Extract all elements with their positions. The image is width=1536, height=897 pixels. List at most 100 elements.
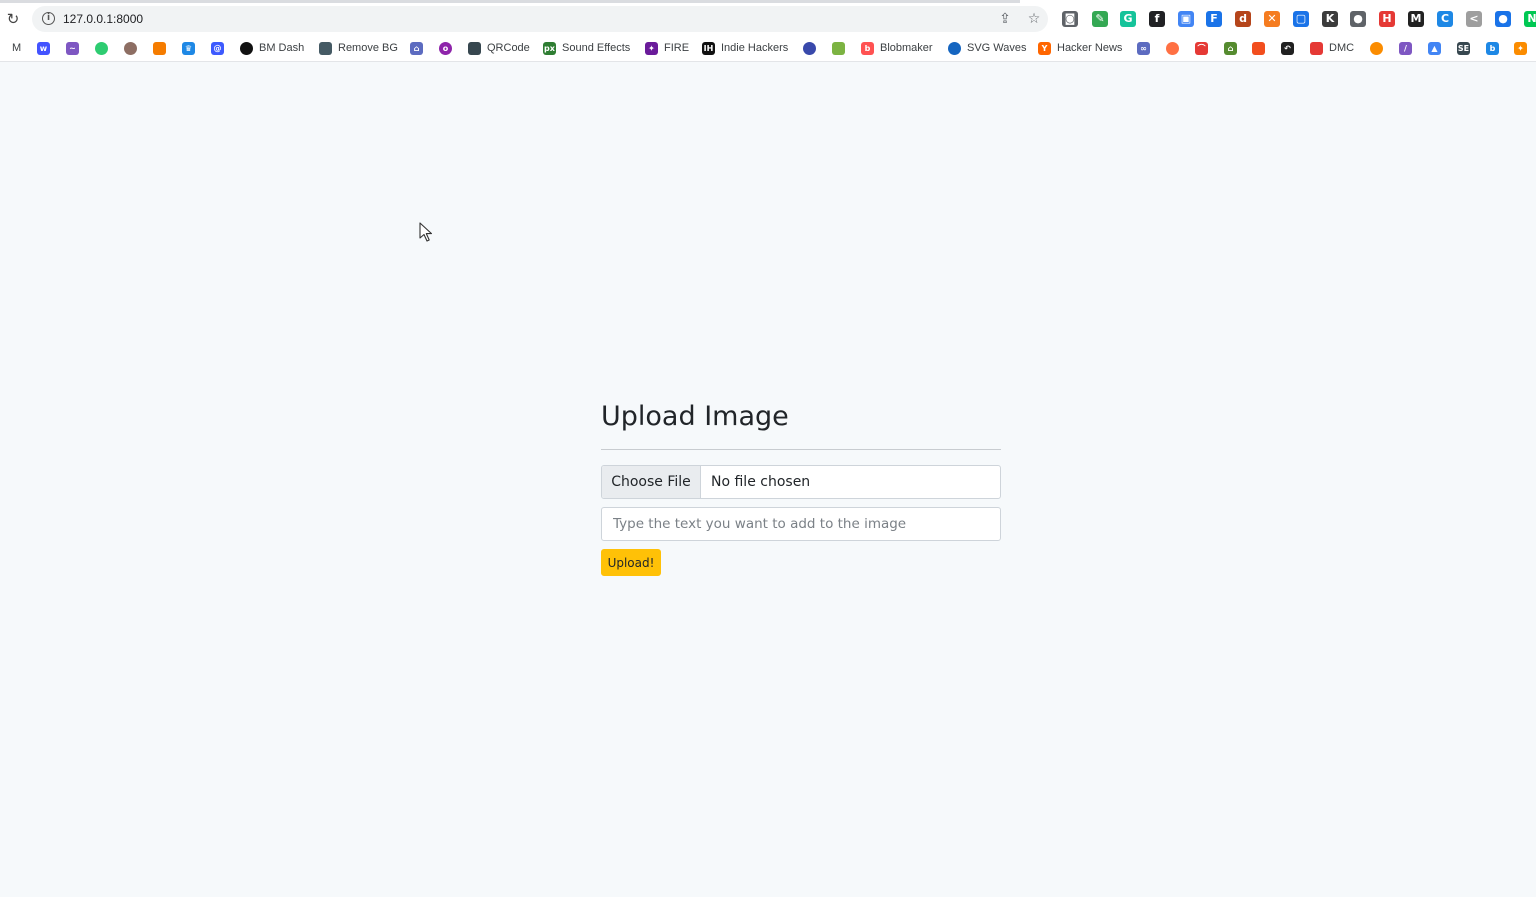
qrcode-icon [468,41,481,55]
record-icon[interactable]: ● [1495,11,1511,27]
bookmark-bm-dash[interactable]: BM Dash [240,40,304,56]
hacker-news-icon: Y [1038,41,1051,55]
bookmark-hook[interactable]: ↶ [1281,40,1294,56]
bookmark-remove-bg[interactable]: Remove BG [319,40,398,56]
blobmaker-icon: b [861,41,874,55]
camera-icon[interactable]: ◙ [1062,11,1078,27]
bookmark-cube[interactable] [153,40,166,56]
bookmark-puzzle[interactable]: ✦ [1514,40,1527,56]
address-bar[interactable]: i 127.0.0.1:8000 ⇪ ☆ [32,6,1048,32]
bookmark-svg-waves[interactable]: SVG Waves [948,40,1027,56]
n-icon[interactable]: N [1524,11,1536,27]
c-icon[interactable]: C [1437,11,1453,27]
bookmark-m[interactable]: M [0,40,21,56]
svg-waves-icon [948,41,961,55]
fish-icon: ~ [66,41,79,55]
tab-strip-accent [0,0,1020,3]
file-icon[interactable]: F [1206,11,1222,27]
at-icon: @ [211,41,224,55]
bm-dash-icon [240,41,253,55]
se-icon: SE [1457,41,1470,55]
bookmark-o[interactable]: o [439,40,452,56]
bookmark-car[interactable]: ⌂ [410,40,423,56]
bookmark-sound-effects[interactable]: px Sound Effects [543,40,630,56]
bookmark-indie-hackers[interactable]: IH Indie Hackers [702,40,788,56]
bookmark-avatar[interactable] [124,40,137,56]
bookmark-label: QRCode [487,42,530,54]
sound-effects-icon: px [543,41,556,55]
cube-icon [153,41,166,55]
webflow-icon: w [37,41,50,55]
page-title: Upload Image [601,401,789,432]
grid-icon [832,41,845,55]
brush-icon: / [1399,41,1412,55]
shield-icon [803,41,816,55]
bookmark-label: SVG Waves [967,42,1027,54]
bookmark-label: Indie Hackers [721,42,789,54]
bookmark-se[interactable]: SE [1457,40,1470,56]
bookmark-shield[interactable] [803,40,816,56]
bookmark-firefox[interactable] [1166,40,1179,56]
bookmark-crown[interactable]: ♛ [182,40,195,56]
puzzle-icon: ✦ [1514,41,1527,55]
close-circle-icon[interactable]: ✕ [1264,11,1280,27]
bookmark-label: M [12,42,22,54]
k-icon[interactable]: K [1322,11,1338,27]
reload-icon[interactable]: ↻ [4,10,22,28]
bookmark-webflow[interactable]: w [37,40,50,56]
bookmark-label: Sound Effects [562,42,631,54]
dot-icon [95,41,108,55]
m-icon [0,41,6,55]
firefox-icon [1166,41,1179,55]
bookmark-palette[interactable] [1370,40,1383,56]
indie-hackers-icon: IH [702,41,715,55]
image-text-input[interactable] [601,507,1001,541]
eyedropper-icon[interactable]: ✎ [1092,11,1108,27]
bookmark-figma[interactable] [1252,40,1265,56]
bookmark-blobmaker[interactable]: b Blobmaker [861,40,933,56]
figma-icon [1252,41,1265,55]
bookmark-hacker-news[interactable]: Y Hacker News [1038,40,1122,56]
bookmark-dot[interactable] [95,40,108,56]
info-icon[interactable]: i [42,12,55,25]
file-status-text: No file chosen [711,474,811,490]
bookmark-qrcode[interactable]: QRCode [468,40,530,56]
bookmark-grid[interactable] [832,40,845,56]
bookmark-gauge[interactable]: ⌒ [1195,40,1208,56]
code-icon[interactable]: < [1466,11,1482,27]
bookmark-at[interactable]: @ [211,40,224,56]
bookmark-fire[interactable]: ✦ FIRE [645,40,689,56]
palette-icon [1370,41,1383,55]
hi-icon[interactable]: H [1379,11,1395,27]
bookmark-dmc[interactable]: DMC [1310,40,1354,56]
fire-icon: ✦ [645,41,658,55]
desc-icon[interactable]: d [1235,11,1251,27]
bing-icon: b [1486,41,1499,55]
title-divider [601,449,1001,450]
bookmark-bing[interactable]: b [1486,40,1499,56]
bookmark-fish[interactable]: ~ [66,40,79,56]
hook-icon: ↶ [1281,41,1294,55]
browser-toolbar: ↻ i 127.0.0.1:8000 ⇪ ☆ ◙ ✎ Gf ▣ Fd ✕ ▢ K ● H M C < ● N [0,4,1536,34]
url-text[interactable]: 127.0.0.1:8000 [63,12,143,26]
choose-file-button[interactable]: Choose File [602,466,701,498]
font-icon[interactable]: f [1149,11,1165,27]
file-input[interactable]: Choose File No file chosen [601,465,1001,499]
window-icon[interactable]: ▣ [1178,11,1194,27]
cup-icon[interactable]: ● [1350,11,1366,27]
upload-button[interactable]: Upload! [601,549,661,576]
link-icon: ∞ [1137,41,1150,55]
bookmark-ads[interactable]: ▲ [1428,40,1441,56]
screen-icon[interactable]: ▢ [1293,11,1309,27]
bookmark-label: Hacker News [1057,42,1123,54]
bookmark-label: FIRE [664,42,690,54]
bookmark-brush[interactable]: / [1399,40,1412,56]
bookmark-link[interactable]: ∞ [1137,40,1150,56]
star-icon[interactable]: ☆ [1025,10,1043,28]
bookmark-house[interactable]: ⌂ [1224,40,1237,56]
bookmark-label: BM Dash [259,42,305,54]
m-icon[interactable]: M [1408,11,1424,27]
share-icon[interactable]: ⇪ [996,10,1014,28]
grammarly-icon[interactable]: G [1120,11,1136,27]
upload-form: Upload Image Choose File No file chosen … [601,398,1001,576]
